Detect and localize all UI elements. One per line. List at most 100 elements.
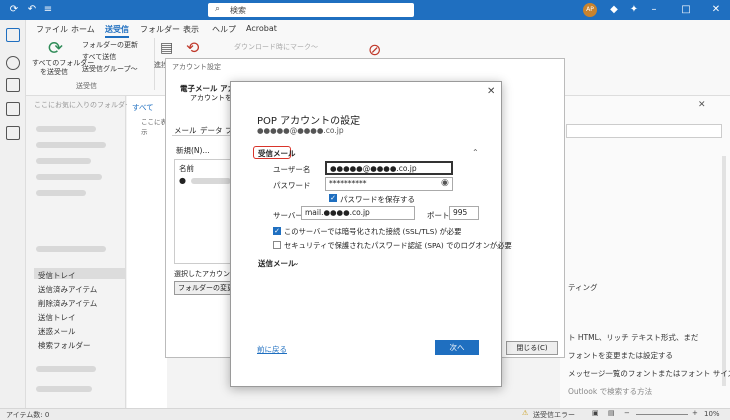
tab-acrobat[interactable]: Acrobat [246, 24, 277, 33]
folder-deleted[interactable]: 削除済みアイテム [38, 298, 97, 309]
reading-view-icon[interactable]: ▤ [608, 409, 615, 417]
folder-outbox[interactable]: 送信トレイ [38, 312, 76, 323]
sync-icon[interactable]: ⟳ [8, 4, 20, 16]
section-outgoing[interactable]: 送信メール [258, 258, 296, 269]
calendar-icon[interactable] [6, 78, 20, 92]
show-password-icon[interactable]: ◉ [441, 178, 449, 188]
port-label: ポート [427, 211, 450, 220]
close-pane-icon[interactable]: ✕ [698, 100, 706, 110]
cancel-sync-icon[interactable]: ⟲ [186, 38, 199, 57]
default-account-icon: ● [179, 176, 186, 185]
download-headers-button[interactable]: ダウンロード時にマーク～ [234, 42, 318, 52]
redacted-text [36, 366, 96, 372]
scrollbar[interactable] [722, 156, 726, 386]
close-icon[interactable]: ✕ [710, 4, 722, 16]
minimize-icon[interactable]: – [648, 4, 660, 16]
download-icon[interactable]: ▤ [160, 40, 173, 56]
help-line[interactable]: ティング [568, 282, 598, 293]
zoom-slider[interactable] [636, 414, 688, 415]
quick-access-menu-icon[interactable]: ≡ [42, 4, 54, 16]
help-line[interactable]: メッセージ一覧のフォントまたはフォント サイズを変... [568, 368, 730, 379]
help-line[interactable]: フォントを変更または設定する [568, 350, 673, 361]
send-receive-error[interactable]: 送受信エラー [533, 410, 575, 420]
tab-home[interactable]: ホーム [71, 24, 95, 35]
username-label: ユーザー名 [273, 165, 311, 174]
section-incoming[interactable]: 受信メール [258, 148, 296, 159]
change-folder-button[interactable]: フォルダーの変更(F) [174, 281, 234, 295]
close-icon[interactable]: ✕ [487, 86, 495, 97]
folder-junk[interactable]: 迷惑メール [38, 326, 76, 337]
redacted-account [36, 246, 106, 252]
mail-icon[interactable] [6, 28, 20, 42]
redacted-account [191, 178, 231, 184]
tab-all[interactable]: すべて [132, 102, 154, 113]
zoom-in-icon[interactable]: + [692, 409, 698, 417]
group-label: 送受信 [76, 82, 97, 90]
send-all-label-2[interactable]: を送受信 [40, 67, 68, 77]
chevron-down-icon[interactable]: ⌄ [293, 258, 300, 267]
items-count: アイテム数: 0 [6, 411, 50, 419]
spa-checkbox[interactable] [273, 241, 281, 249]
list-hint: ここに表示 [141, 118, 167, 136]
search-icon: ⌕ [215, 4, 221, 14]
tab-help[interactable]: ヘルプ [212, 24, 236, 35]
folder-sent[interactable]: 送信済みアイテム [38, 284, 97, 295]
back-link[interactable]: 前に戻る [257, 344, 287, 355]
close-button[interactable]: 閉じる(C) [506, 341, 558, 355]
tab-folder[interactable]: フォルダー [140, 24, 180, 35]
username-input[interactable]: ●●●●●@●●●●.co.jp [325, 161, 453, 175]
avatar[interactable]: AP [583, 3, 597, 17]
diamond-icon[interactable]: ◆ [608, 4, 620, 16]
port-input[interactable]: 995 [449, 206, 479, 220]
redacted-text [36, 174, 102, 180]
window-title: アカウント設定 [172, 63, 221, 71]
app-rail [0, 20, 26, 408]
ssl-label[interactable]: このサーバーでは暗号化された接続 (SSL/TLS) が必要 [284, 227, 461, 237]
account-email: ●●●●●@●●●●.co.jp [257, 126, 344, 135]
next-button[interactable]: 次へ [435, 340, 479, 355]
folder-search[interactable]: 検索フォルダー [38, 340, 91, 351]
work-offline-icon[interactable]: ⊘ [368, 40, 381, 59]
redacted-text [36, 142, 106, 148]
spa-label[interactable]: セキュリティで保護されたパスワード認証 (SPA) でのログオンが必要 [284, 241, 512, 251]
people-icon[interactable] [6, 56, 20, 70]
search-box[interactable]: ⌕ 検索 [208, 3, 414, 17]
zoom-out-icon[interactable]: − [624, 409, 630, 417]
tab-view[interactable]: 表示 [183, 24, 199, 35]
new-account-button[interactable]: 新規(N)... [176, 145, 210, 156]
favorites-hint: ここにお気に入りのフォルダー [34, 101, 132, 109]
account-list[interactable]: 名前 ● [174, 159, 236, 264]
remember-password-checkbox[interactable]: ✓ [329, 194, 337, 202]
redacted-text [36, 158, 91, 164]
help-search-input[interactable] [566, 124, 722, 138]
normal-view-icon[interactable]: ▣ [592, 409, 599, 417]
pop-account-dialog: ✕ POP アカウントの設定 ●●●●●@●●●●.co.jp 受信メール ⌃ … [230, 81, 512, 387]
password-input[interactable]: ********** [325, 177, 453, 191]
warning-icon: ⚠ [522, 409, 529, 417]
send-all-button[interactable]: すべて送信 [82, 52, 116, 62]
maximize-icon[interactable]: □ [680, 4, 692, 16]
server-input[interactable]: mail.●●●●.co.jp [301, 206, 415, 220]
send-receive-groups-button[interactable]: 送受信グループ～ [82, 64, 138, 74]
title-bar: ⟳ ↶ ≡ ⌕ 検索 AP ◆ ✦ – □ ✕ [0, 0, 730, 20]
help-line[interactable]: ト HTML、リッチ テキスト形式、まだ [568, 332, 698, 343]
folder-pane: ここにお気に入りのフォルダー 受信トレイ 送信済みアイテム 削除済みアイテム 送… [26, 96, 132, 408]
tasks-icon[interactable] [6, 102, 20, 116]
zoom-level: 10% [704, 410, 720, 418]
remember-password-label[interactable]: パスワードを保存する [340, 194, 415, 205]
tab-send-receive[interactable]: 送受信 [105, 24, 129, 38]
redacted-text [36, 190, 86, 196]
col-name: 名前 [179, 164, 194, 173]
tab-file[interactable]: ファイル [36, 24, 68, 35]
apps-icon[interactable] [6, 126, 20, 140]
ssl-checkbox[interactable]: ✓ [273, 227, 281, 235]
dialog-title: POP アカウントの設定 [257, 116, 361, 127]
send-receive-all-icon[interactable]: ⟳ [48, 38, 63, 59]
help-line[interactable]: Outlook で検索する方法 [568, 386, 652, 397]
folder-inbox[interactable]: 受信トレイ [38, 270, 76, 281]
reading-pane: ✕ ティング ト HTML、リッチ テキスト形式、まだ フォントを変更または設定… [560, 96, 730, 408]
undo-icon[interactable]: ↶ [26, 4, 38, 16]
update-folder-button[interactable]: フォルダーの更新 [82, 40, 138, 50]
collapse-icon[interactable]: ⌃ [472, 148, 479, 157]
lightbulb-icon[interactable]: ✦ [628, 4, 640, 16]
